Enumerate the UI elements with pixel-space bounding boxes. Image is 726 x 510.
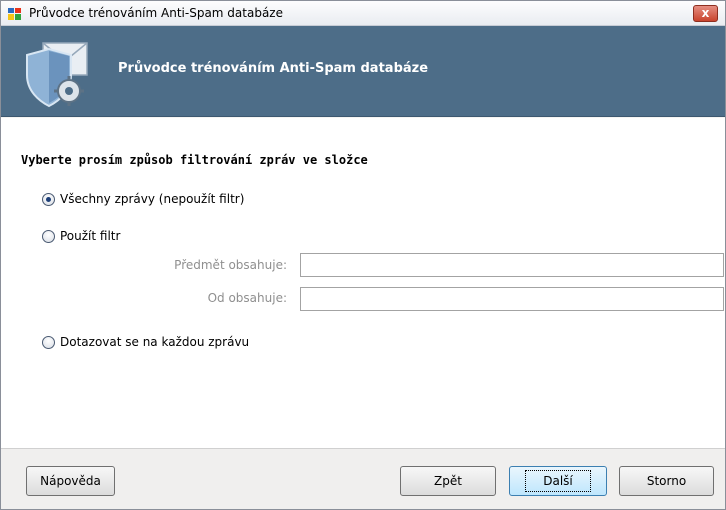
radio-button[interactable] [42,192,55,206]
back-button[interactable]: Zpět [400,466,496,496]
wizard-window: Průvodce trénováním Anti-Spam databáze x… [0,0,726,510]
shield-mail-gear-icon [26,42,88,108]
from-label: Od obsahuje: [207,291,287,305]
close-button[interactable]: x [693,5,718,22]
radio-button[interactable] [42,229,55,243]
radio-label: Dotazovat se na každou zprávu [60,335,250,349]
window-title: Průvodce trénováním Anti-Spam databáze [29,6,283,20]
banner-title: Průvodce trénováním Anti-Spam databáze [118,61,429,76]
radio-label: Použít filtr [60,229,121,243]
radio-ask-each[interactable]: Dotazovat se na každou zprávu [42,334,249,350]
wizard-content: Vyberte prosím způsob filtrování zpráv v… [1,118,725,448]
from-input[interactable] [300,287,724,311]
radio-label: Všechny zprávy (nepoužít filtr) [60,192,245,206]
subject-input[interactable] [300,253,724,277]
close-icon: x [701,6,710,20]
radio-all-messages[interactable]: Všechny zprávy (nepoužít filtr) [42,191,244,207]
question-heading: Vyberte prosím způsob filtrování zpráv v… [21,153,368,167]
next-button[interactable]: Další [509,466,607,496]
button-bar: Nápověda Zpět Další Storno [1,448,725,509]
subject-label: Předmět obsahuje: [174,258,287,272]
radio-use-filter[interactable]: Použít filtr [42,228,120,244]
avg-app-icon [8,8,21,20]
header-banner: Průvodce trénováním Anti-Spam databáze [1,26,725,117]
cancel-button[interactable]: Storno [619,466,714,496]
radio-button[interactable] [42,335,55,349]
title-bar[interactable]: Průvodce trénováním Anti-Spam databáze x [1,1,725,26]
help-button[interactable]: Nápověda [26,466,115,496]
next-button-label: Další [525,470,591,492]
